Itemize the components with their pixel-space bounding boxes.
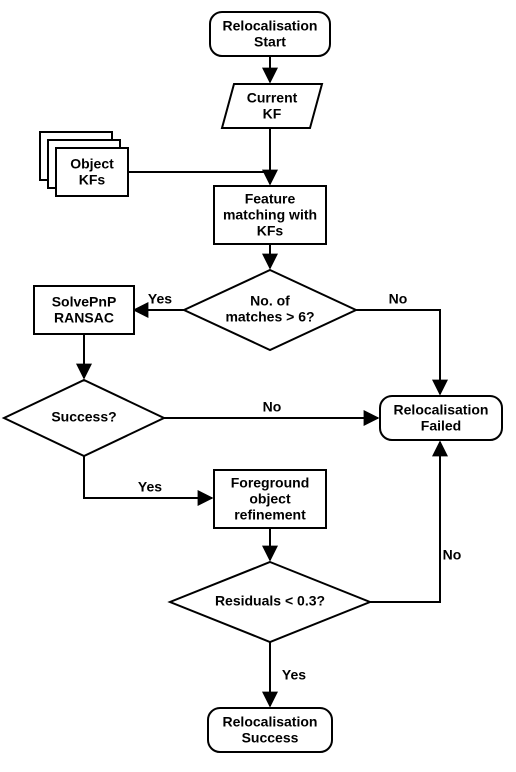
node-failed-line2: Failed <box>421 418 461 434</box>
node-fg-refine: Foreground object refinement <box>214 470 326 528</box>
node-currentkf-line1: Current <box>247 90 298 106</box>
label-decmatches-yes: Yes <box>148 291 172 307</box>
node-current-kf: Current KF <box>222 84 322 128</box>
node-solvepnp-line2: RANSAC <box>54 310 114 326</box>
node-start-line1: Relocalisation <box>223 18 318 34</box>
node-success-line1: Relocalisation <box>223 714 318 730</box>
node-featmatch-line3: KFs <box>257 223 284 239</box>
node-fgrefine-line3: refinement <box>234 507 306 523</box>
node-success-line2: Success <box>242 730 299 746</box>
node-fgrefine-line2: object <box>249 491 291 507</box>
node-start: Relocalisation Start <box>210 12 330 56</box>
edge-decresid-no <box>370 442 440 602</box>
node-failed-line1: Relocalisation <box>394 402 489 418</box>
node-start-line2: Start <box>254 34 286 50</box>
flowchart: Relocalisation Start Current KF Object K… <box>0 0 516 772</box>
node-dec-matches: No. of matches > 6? <box>184 270 356 350</box>
node-object-kfs: Object KFs <box>40 132 128 196</box>
node-currentkf-line2: KF <box>263 106 282 122</box>
node-solvepnp-line1: SolvePnP <box>52 294 117 310</box>
label-decsuccess-no: No <box>263 399 282 415</box>
node-failed: Relocalisation Failed <box>380 396 502 440</box>
label-decmatches-no: No <box>389 291 408 307</box>
node-objectkfs-line1: Object <box>70 156 114 172</box>
label-decresid-no: No <box>443 547 462 563</box>
node-decsuccess-line1: Success? <box>51 409 116 425</box>
node-objectkfs-line2: KFs <box>79 172 106 188</box>
edge-decmatches-no <box>356 310 440 394</box>
node-decresid-line1: Residuals < 0.3? <box>215 593 325 609</box>
node-solvepnp: SolvePnP RANSAC <box>34 286 134 334</box>
node-decmatches-line2: matches > 6? <box>225 309 314 325</box>
node-dec-success: Success? <box>4 380 164 456</box>
node-feat-match: Feature matching with KFs <box>214 186 326 244</box>
label-decsuccess-yes: Yes <box>138 479 162 495</box>
label-decresid-yes: Yes <box>282 667 306 683</box>
node-fgrefine-line1: Foreground <box>231 475 310 491</box>
node-featmatch-line2: matching with <box>223 207 317 223</box>
node-dec-resid: Residuals < 0.3? <box>170 562 370 642</box>
node-decmatches-line1: No. of <box>250 293 290 309</box>
node-featmatch-line1: Feature <box>245 191 296 207</box>
node-success: Relocalisation Success <box>208 708 332 752</box>
